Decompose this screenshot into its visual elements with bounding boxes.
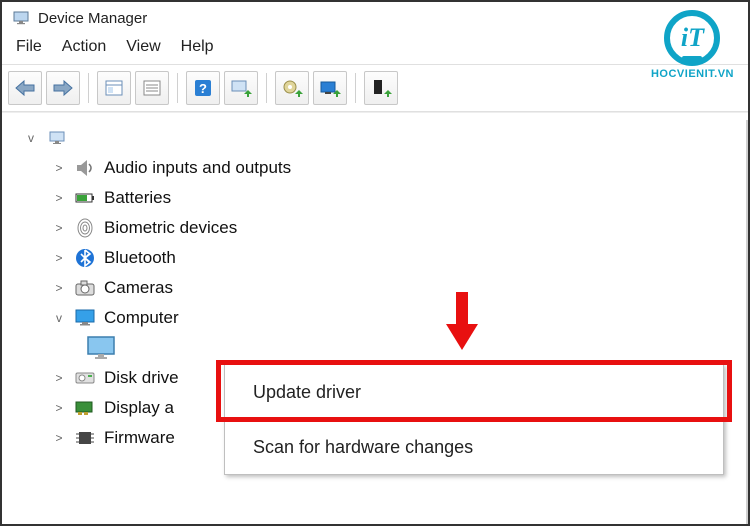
context-item-scan-hardware[interactable]: Scan for hardware changes — [225, 420, 723, 474]
context-item-label: Update driver — [253, 382, 361, 403]
show-hidden-button[interactable] — [97, 71, 131, 105]
chevron-right-icon[interactable]: > — [52, 281, 66, 295]
bluetooth-icon — [72, 246, 98, 270]
chevron-down-icon[interactable]: v — [24, 131, 38, 145]
tree-item-label: Computer — [104, 308, 179, 328]
tree-item-audio[interactable]: > Audio inputs and outputs — [52, 153, 744, 183]
menu-help[interactable]: Help — [181, 38, 214, 56]
scrollbar-track — [746, 120, 748, 524]
tree-item-label: Disk drive — [104, 368, 179, 388]
firmware-icon — [72, 426, 98, 450]
tree-root[interactable]: v — [24, 123, 744, 153]
forward-button[interactable] — [46, 71, 80, 105]
uninstall-button[interactable] — [313, 71, 347, 105]
menu-action[interactable]: Action — [62, 38, 106, 56]
properties-button[interactable] — [135, 71, 169, 105]
menu-file[interactable]: File — [16, 38, 42, 56]
context-item-label: Scan for hardware changes — [253, 437, 473, 458]
tree-item-label: Bluetooth — [104, 248, 176, 268]
toolbar-separator — [88, 73, 89, 103]
tree-item-label: Cameras — [104, 278, 173, 298]
scan-button[interactable] — [224, 71, 258, 105]
menu-view[interactable]: View — [126, 38, 160, 56]
tree-item-batteries[interactable]: > Batteries — [52, 183, 744, 213]
context-menu: Update driver Scan for hardware changes — [224, 364, 724, 475]
update-driver-button[interactable] — [275, 71, 309, 105]
disk-icon — [72, 366, 98, 390]
svg-text:?: ? — [199, 81, 207, 96]
battery-icon — [72, 186, 98, 210]
chevron-right-icon[interactable]: > — [52, 431, 66, 445]
toolbar: ? — [2, 64, 748, 112]
chevron-right-icon[interactable]: > — [52, 161, 66, 175]
tree-item-biometric[interactable]: > Biometric devices — [52, 213, 744, 243]
tree-item-label: Display a — [104, 398, 174, 418]
chevron-right-icon[interactable]: > — [52, 221, 66, 235]
back-button[interactable] — [8, 71, 42, 105]
tree-item-computer[interactable]: v Computer — [52, 303, 744, 333]
add-legacy-button[interactable] — [364, 71, 398, 105]
context-item-update-driver[interactable]: Update driver — [225, 365, 723, 419]
chevron-right-icon[interactable]: > — [52, 371, 66, 385]
window-title: Device Manager — [38, 10, 147, 27]
tree-item-label: Firmware — [104, 428, 175, 448]
menubar: File Action View Help — [2, 34, 748, 64]
tree-item-label: Biometric devices — [104, 218, 237, 238]
chevron-right-icon[interactable]: > — [52, 191, 66, 205]
help-button[interactable]: ? — [186, 71, 220, 105]
computer-root-icon — [44, 126, 70, 150]
tree-item-label: Audio inputs and outputs — [104, 158, 291, 178]
toolbar-separator — [266, 73, 267, 103]
toolbar-separator — [177, 73, 178, 103]
fingerprint-icon — [72, 216, 98, 240]
display-adapter-icon — [72, 396, 98, 420]
chevron-right-icon[interactable]: > — [52, 401, 66, 415]
monitor-icon — [72, 306, 98, 330]
tree-item-cameras[interactable]: > Cameras — [52, 273, 744, 303]
chevron-right-icon[interactable]: > — [52, 251, 66, 265]
toolbar-separator — [355, 73, 356, 103]
chevron-down-icon[interactable]: v — [52, 311, 66, 325]
camera-icon — [72, 276, 98, 300]
tree-item-label: Batteries — [104, 188, 171, 208]
speaker-icon — [72, 156, 98, 180]
tree-item-computer-child[interactable] — [84, 333, 744, 363]
title-bar: Device Manager — [2, 2, 748, 34]
device-manager-icon — [12, 9, 30, 27]
monitor-selected-icon — [84, 336, 118, 360]
tree-item-bluetooth[interactable]: > Bluetooth — [52, 243, 744, 273]
